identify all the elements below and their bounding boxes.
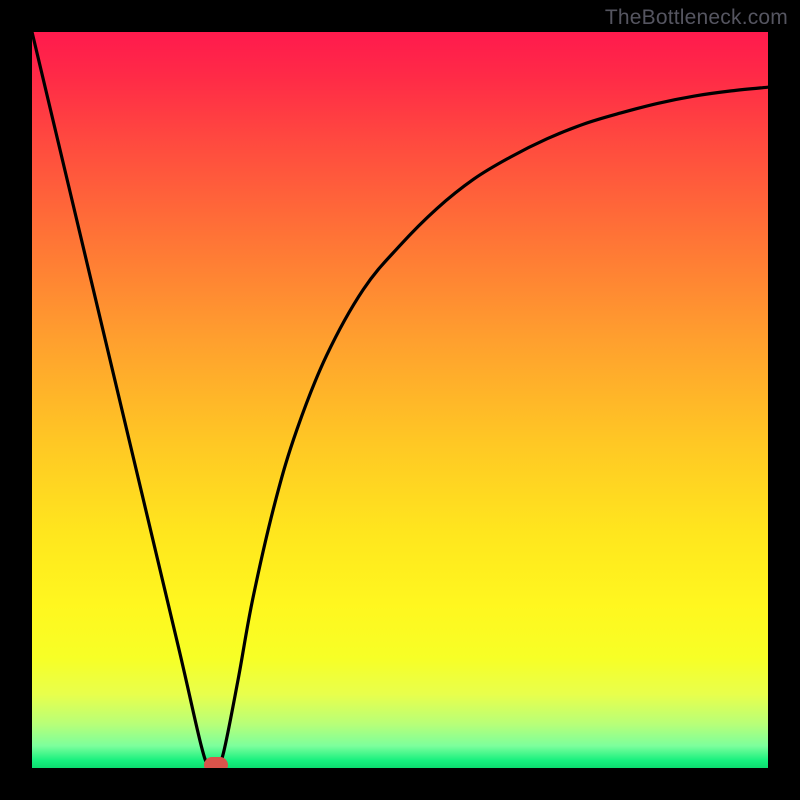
watermark-text: TheBottleneck.com [605,6,788,30]
chart-frame: TheBottleneck.com [0,0,800,800]
curve-path [32,32,768,768]
optimal-point-marker [204,757,228,768]
bottleneck-curve [32,32,768,768]
plot-area [32,32,768,768]
